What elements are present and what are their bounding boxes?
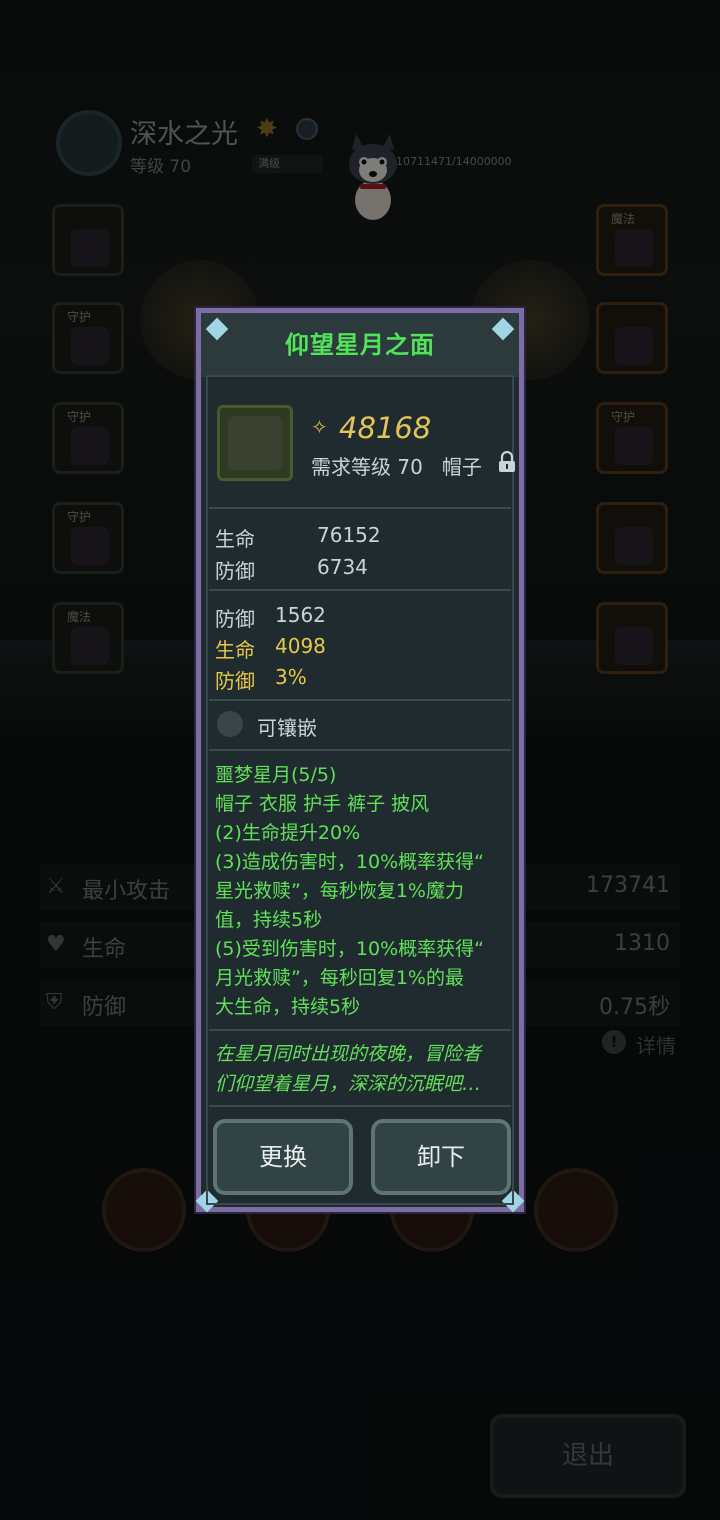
set-name: 噩梦星月(5/5): [215, 764, 337, 786]
extra-stat-value: 3%: [275, 665, 307, 689]
unequip-button[interactable]: 卸下: [371, 1119, 511, 1195]
set-members: 帽子 衣服 护手 裤子 披风: [215, 793, 430, 815]
extra-stat-value: 4098: [275, 634, 326, 658]
item-lore: 在星月同时出现的夜晚，冒险者 们仰望着星月，深深的沉眠吧…: [215, 1043, 482, 1095]
power-icon: ✧: [311, 415, 328, 439]
divider: [209, 1105, 511, 1107]
item-name: 仰望星月之面: [285, 331, 435, 359]
item-detail-popup: 仰望星月之面 ✧ 48168 需求等级 70 帽子 生命 76152 防御 67…: [195, 308, 525, 1213]
divider: [209, 1029, 511, 1031]
socket-slot-icon: [217, 711, 243, 737]
set-bonus-line: (3)造成伤害时，10%概率获得“: [215, 851, 484, 873]
divider: [209, 749, 511, 751]
base-stat-label: 防御: [215, 559, 255, 583]
extra-stat-value: 1562: [275, 603, 326, 627]
set-bonus-line: 大生命，持续5秒: [215, 996, 361, 1018]
replace-button[interactable]: 更换: [213, 1119, 353, 1195]
extra-stat-label: 防御: [215, 669, 255, 693]
divider: [209, 589, 511, 591]
helmet-item-icon: [217, 405, 293, 481]
set-bonus-line: 月光救赎”，每秒回复1%的最: [215, 967, 464, 989]
set-bonus-line: 值，持续5秒: [215, 909, 323, 931]
lock-icon[interactable]: [497, 451, 517, 473]
item-requirement: 需求等级 70 帽子: [311, 455, 482, 479]
set-bonus-line: (2)生命提升20%: [215, 822, 361, 844]
socket-label: 可镶嵌: [257, 716, 317, 740]
extra-stat-label: 防御: [215, 607, 255, 631]
extra-stat-label: 生命: [215, 638, 255, 662]
divider: [209, 507, 511, 509]
item-power: 48168: [339, 411, 432, 445]
base-stat-label: 生命: [215, 527, 255, 551]
set-bonus-line: (5)受到伤害时，10%概率获得“: [215, 938, 484, 960]
base-stat-value: 6734: [317, 555, 368, 579]
divider: [209, 699, 511, 701]
base-stat-value: 76152: [317, 523, 381, 547]
set-bonus-line: 星光救赎”，每秒恢复1%魔力: [215, 880, 464, 902]
